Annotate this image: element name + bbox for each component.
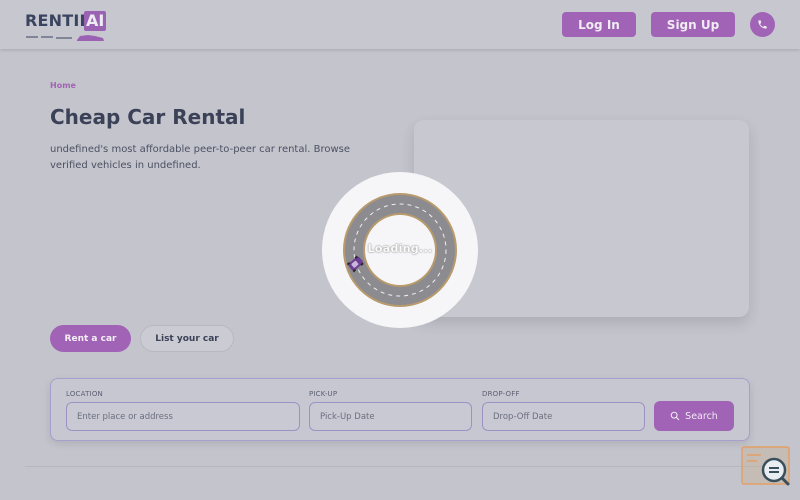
logo-text: RENTIF [25, 11, 91, 30]
phone-icon [758, 20, 767, 29]
pickup-label: PICK-UP [309, 390, 338, 398]
location-label: LOCATION [66, 390, 103, 398]
logo-car-icon [26, 35, 104, 41]
car-icon [346, 255, 364, 273]
signup-button[interactable]: Sign Up [651, 12, 735, 37]
page-description: undefined's most affordable peer-to-peer… [50, 144, 351, 171]
brand-logo[interactable]: RENTIF AI [25, 11, 107, 43]
logo-ai-badge: AI [84, 11, 107, 31]
pickup-date-input[interactable] [309, 402, 472, 431]
loading-text: Loading... [367, 242, 433, 255]
login-button[interactable]: Log In [562, 12, 636, 37]
dropoff-date-input[interactable] [482, 402, 645, 431]
search-button[interactable]: Search [654, 401, 734, 431]
loading-spinner: Loading... [322, 172, 478, 328]
location-input[interactable] [66, 402, 300, 431]
breadcrumb[interactable]: Home [50, 81, 76, 90]
site-header: RENTIF AI Log In Sign Up [0, 0, 800, 49]
tab-rent-a-car[interactable]: Rent a car [50, 325, 131, 352]
tab-list-your-car[interactable]: List your car [140, 325, 234, 352]
dropoff-label: DROP-OFF [482, 390, 520, 398]
search-assist-icon [741, 446, 790, 486]
search-icon [670, 411, 680, 421]
search-panel: LOCATION PICK-UP DROP-OFF Search [50, 378, 750, 441]
search-button-label: Search [685, 410, 718, 422]
phone-button[interactable] [750, 12, 775, 37]
divider [25, 466, 775, 467]
page-title: Cheap Car Rental [50, 105, 246, 129]
help-widget[interactable] [741, 446, 791, 486]
